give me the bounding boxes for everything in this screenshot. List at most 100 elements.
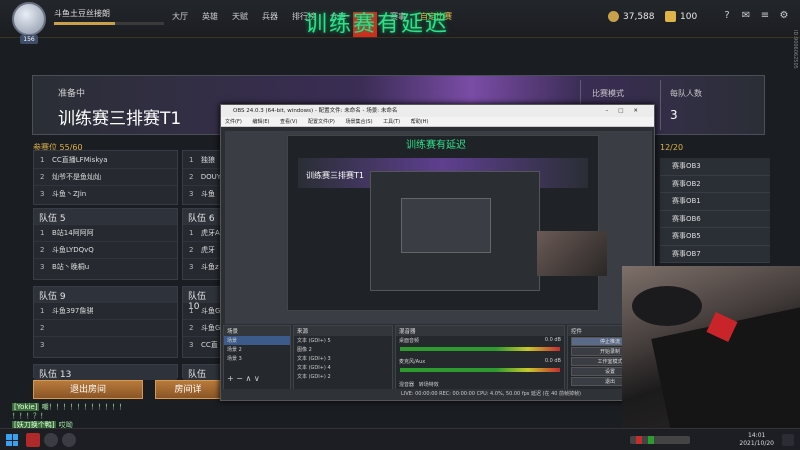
scenes-title: 场景 bbox=[224, 326, 290, 336]
team-row[interactable]: 3 斗鱼z bbox=[183, 258, 221, 275]
app-taskbar-icon[interactable] bbox=[26, 433, 40, 447]
system-tray-icons[interactable] bbox=[630, 436, 690, 444]
team-row[interactable]: 1 虎牙A bbox=[183, 224, 221, 241]
nav-talents[interactable]: 天赋 bbox=[232, 11, 248, 22]
coupon-currency: 100 bbox=[665, 11, 697, 22]
mixer-channel-mic: 麦克风/Aux 0.0 dB bbox=[399, 358, 561, 365]
nested-banner: 训练赛有延迟 bbox=[406, 140, 466, 151]
team-box: 1 CC直播LFMiskya 2 灿爷不是鱼灿灿 3 斗鱼丶ZJin bbox=[33, 150, 178, 205]
team-row[interactable]: 2 灿爷不是鱼灿灿 bbox=[34, 168, 177, 185]
obs-menu-file[interactable]: 文件(F) bbox=[225, 119, 242, 125]
team-row[interactable]: 1 CC直播LFMiskya bbox=[34, 151, 177, 168]
obs-menu-profile[interactable]: 配置文件(P) bbox=[308, 119, 335, 125]
nested-preview: 训练赛有延迟 训练赛三排赛T1 bbox=[287, 135, 599, 311]
room-status: 准备中 bbox=[58, 89, 86, 99]
team-box: 队伍 5 1 B站14阿阿阿 2 斗鱼LYDQvQ 3 B站丶晚桐u bbox=[33, 208, 178, 280]
sources-title: 来源 bbox=[294, 326, 392, 336]
team-box: 队伍 13 bbox=[33, 364, 178, 380]
match-mode-label: 比赛模式 bbox=[592, 89, 624, 98]
taskbar-clock[interactable]: 14:01 2021/10/20 bbox=[739, 432, 774, 448]
team-box: 队伍 10 1 斗鱼G 2 斗鱼G 3 CC直 bbox=[182, 286, 222, 358]
window-controls[interactable]: –□✕ bbox=[605, 105, 648, 117]
team-row[interactable]: 3 CC直 bbox=[183, 336, 221, 353]
obs-menu-scene-collection[interactable]: 场景集合(S) bbox=[345, 119, 372, 125]
team-row[interactable]: 3 bbox=[34, 336, 177, 353]
team-row[interactable]: 1 斗鱼397詹骐 bbox=[34, 302, 177, 319]
nav-heroes[interactable]: 英雄 bbox=[202, 11, 218, 22]
mixer-title: 混音器 bbox=[396, 326, 564, 336]
team-row[interactable]: 3 斗鱼 bbox=[183, 185, 221, 202]
source-item[interactable]: 文本 (GDI+) 3 bbox=[294, 354, 392, 363]
user-avatar[interactable] bbox=[12, 2, 46, 36]
scene-item[interactable]: 场景 3 bbox=[224, 354, 290, 363]
obs-taskbar-icon[interactable] bbox=[44, 433, 58, 447]
team-row[interactable]: 1 B站14阿阿阿 bbox=[34, 224, 177, 241]
room-detail-button[interactable]: 房间详 bbox=[155, 380, 221, 399]
team-box: 队伍 9 1 斗鱼397詹骐 2 3 bbox=[33, 286, 178, 358]
team-row[interactable]: 3 斗鱼丶ZJin bbox=[34, 185, 177, 202]
tab-mixer[interactable]: 混音器 bbox=[399, 382, 414, 388]
team-row[interactable]: 3 B站丶晚桐u bbox=[34, 258, 177, 275]
observer-item[interactable]: 赛事OB2 bbox=[660, 175, 770, 193]
team-name: 队伍 5 bbox=[34, 209, 177, 224]
source-item[interactable]: 文本 (GDI+) 2 bbox=[294, 372, 392, 381]
source-item[interactable]: 文本 (GDI+) 4 bbox=[294, 363, 392, 372]
obs-status-bar: LIVE: 00:00:00 REC: 00:00:00 CPU: 4.0%, … bbox=[221, 389, 654, 400]
obs-menu-help[interactable]: 帮助(H) bbox=[411, 119, 429, 125]
mixer-tabs[interactable]: 混音器 转场特效 bbox=[396, 380, 564, 389]
scenes-dock: 场景 场景 场景 2 场景 3 + − ∧ ∨ bbox=[223, 325, 291, 390]
team-row[interactable]: 2 DOUY bbox=[183, 168, 221, 185]
observer-item[interactable]: 赛事OB6 bbox=[660, 210, 770, 228]
obs-title-bar: OBS 24.0.3 (64-bit, windows) - 配置文件: 未命名… bbox=[221, 105, 654, 117]
obs-menu-tools[interactable]: 工具(T) bbox=[383, 119, 400, 125]
nav-lobby[interactable]: 大厅 bbox=[172, 11, 188, 22]
notification-icon[interactable] bbox=[782, 434, 794, 446]
webcam-overlay bbox=[622, 266, 800, 428]
team-box: 队伍 6 1 虎牙A 2 虎牙 3 斗鱼z bbox=[182, 208, 222, 280]
team-name: 队伍 10 bbox=[183, 287, 221, 312]
mixer-meter bbox=[400, 347, 560, 351]
mail-icon[interactable]: ✉ bbox=[740, 10, 752, 22]
team-box: 1 独狼 2 DOUY 3 斗鱼 bbox=[182, 150, 222, 205]
obs-preview[interactable]: 训练赛有延迟 训练赛三排赛T1 bbox=[225, 131, 652, 324]
leave-room-button[interactable]: 退出房间 bbox=[33, 380, 143, 399]
scene-item[interactable]: 场景 2 bbox=[224, 345, 290, 354]
mixer-meter bbox=[400, 368, 560, 372]
team-row[interactable]: 2 虎牙 bbox=[183, 241, 221, 258]
team-size-value: 3 bbox=[670, 108, 678, 122]
observer-item[interactable]: 赛事OB1 bbox=[660, 193, 770, 211]
gold-currency: 37,588 bbox=[608, 11, 655, 22]
scene-toolbar[interactable]: + − ∧ ∨ bbox=[224, 373, 290, 384]
team-row[interactable]: 1 独狼 bbox=[183, 151, 221, 168]
top-nav-bar: 156 斗鱼土豆丝接朗 大厅 英雄 天赋 兵器 排行榜 仓库 商城 赛事 自定比… bbox=[0, 0, 800, 44]
source-item[interactable]: 图像 2 bbox=[294, 345, 392, 354]
team-row[interactable]: 2 bbox=[34, 319, 177, 336]
stream-overlay-banner: 训练赛有延迟 bbox=[305, 12, 450, 37]
room-title: 训练赛三排赛T1 bbox=[58, 109, 182, 129]
tab-transitions[interactable]: 转场特效 bbox=[419, 382, 439, 388]
menu-icon[interactable]: ≡ bbox=[759, 10, 771, 22]
source-item[interactable]: 文本 (GDI+) 5 bbox=[294, 336, 392, 345]
team-row[interactable]: 2 斗鱼LYDQvQ bbox=[34, 241, 177, 258]
obs-window: OBS 24.0.3 (64-bit, windows) - 配置文件: 未命名… bbox=[220, 104, 655, 401]
username: 斗鱼土豆丝接朗 bbox=[54, 9, 110, 18]
obs-menu-edit[interactable]: 编辑(E) bbox=[252, 119, 269, 125]
windows-start-icon[interactable] bbox=[6, 434, 18, 446]
obs-taskbar-icon[interactable] bbox=[62, 433, 76, 447]
observer-item[interactable]: 赛事OB3 bbox=[660, 158, 770, 176]
mixer-channel-desktop: 桌面音频 0.0 dB bbox=[399, 337, 561, 344]
sources-dock: 来源 文本 (GDI+) 5 图像 2 文本 (GDI+) 3 文本 (GDI+… bbox=[293, 325, 393, 390]
observer-count: 12/20 bbox=[660, 143, 684, 152]
user-level-badge: 156 bbox=[20, 35, 38, 44]
nav-weapons[interactable]: 兵器 bbox=[262, 11, 278, 22]
obs-menu-view[interactable]: 查看(V) bbox=[280, 119, 297, 125]
observer-item[interactable]: 赛事OB7 bbox=[660, 245, 770, 263]
settings-icon[interactable]: ⚙ bbox=[778, 10, 790, 22]
help-icon[interactable]: ? bbox=[721, 10, 733, 22]
webcam-preview bbox=[537, 231, 607, 276]
windows-taskbar: 14:01 2021/10/20 bbox=[0, 428, 800, 450]
obs-menu-bar: 文件(F) 编辑(E) 查看(V) 配置文件(P) 场景集合(S) 工具(T) … bbox=[221, 117, 654, 127]
team-row[interactable]: 2 斗鱼G bbox=[183, 319, 221, 336]
observer-item[interactable]: 赛事OB5 bbox=[660, 228, 770, 246]
scene-item[interactable]: 场景 bbox=[224, 336, 290, 345]
